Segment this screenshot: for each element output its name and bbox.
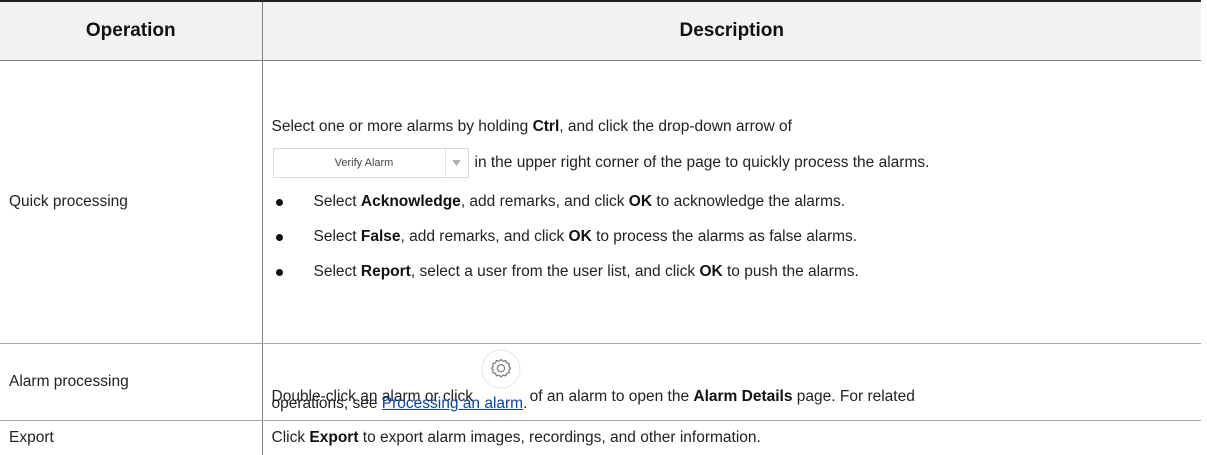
table-row-alarm-processing: Alarm processing Double-click an alarm o…	[0, 344, 1201, 421]
description-cell: Select one or more alarms by holding Ctr…	[262, 61, 1201, 344]
list-item: Select Acknowledge, add remarks, and cli…	[272, 192, 1192, 213]
processing-alarm-link[interactable]: Processing an alarm	[382, 395, 523, 412]
caret-down-icon[interactable]	[446, 160, 468, 166]
verify-alarm-dropdown[interactable]: Verify Alarm	[273, 148, 469, 178]
list-item: Select Report, select a user from the us…	[272, 262, 1192, 283]
list-item: Select False, add remarks, and click OK …	[272, 227, 1192, 248]
quick-intro: Select one or more alarms by holding Ctr…	[272, 117, 1192, 138]
description-cell: Double-click an alarm or click of an ala…	[262, 344, 1201, 421]
operation-cell: Quick processing	[0, 61, 262, 344]
table-header-row: Operation Description	[0, 1, 1201, 61]
header-description: Description	[262, 1, 1201, 61]
header-operation: Operation	[0, 1, 262, 61]
table-row-quick-processing: Quick processing Select one or more alar…	[0, 61, 1201, 344]
operation-cell: Export	[0, 421, 262, 455]
ctrl-key: Ctrl	[533, 118, 560, 135]
table-row-export: Export Click Export to export alarm imag…	[0, 421, 1201, 455]
quick-options-list: Select Acknowledge, add remarks, and cli…	[272, 192, 1192, 283]
operations-table: Operation Description Quick processing S…	[0, 0, 1201, 455]
dropdown-value: Verify Alarm	[274, 156, 445, 171]
gear-icon[interactable]	[481, 349, 521, 389]
description-cell: Click Export to export alarm images, rec…	[262, 421, 1201, 455]
quick-dropdown-line: Verify Alarm in the upper right corner o…	[272, 148, 1192, 178]
quick-dropdown-text: in the upper right corner of the page to…	[475, 153, 930, 174]
bullet-icon	[276, 199, 283, 206]
bullet-icon	[276, 269, 283, 276]
operation-cell: Alarm processing	[0, 344, 262, 421]
bullet-icon	[276, 234, 283, 241]
